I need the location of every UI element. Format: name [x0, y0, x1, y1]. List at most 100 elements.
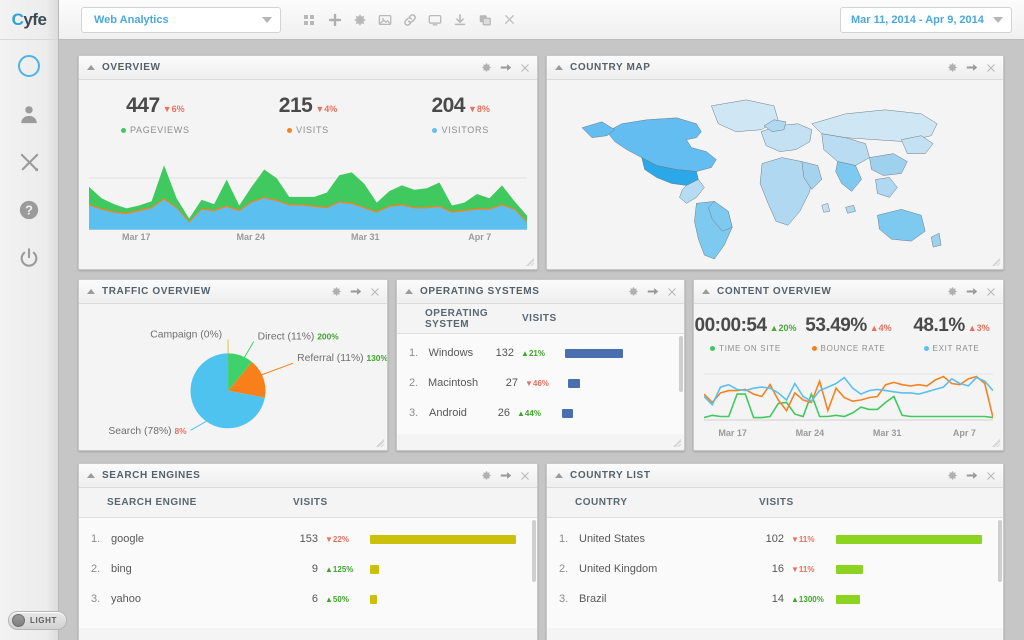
kpi-delta: ▼4%: [315, 104, 337, 114]
table-header: Search Engine Visits: [79, 488, 537, 518]
arrow-right-icon[interactable]: [350, 286, 362, 297]
link-icon[interactable]: [403, 13, 417, 27]
close-icon[interactable]: [370, 287, 380, 297]
row-name: United Kingdom: [579, 563, 742, 575]
collapse-icon[interactable]: [405, 289, 413, 294]
arrow-right-icon[interactable]: [966, 286, 978, 297]
row-name: Brazil: [579, 593, 742, 605]
gear-icon[interactable]: [331, 286, 342, 297]
table-row[interactable]: 1. United States 102 ▼11%: [547, 524, 1003, 554]
widget-header: Operating Systems: [397, 280, 684, 304]
copy-icon[interactable]: [478, 13, 492, 27]
row-bar-cell: [370, 535, 525, 544]
row-bar-cell: [370, 565, 525, 574]
dashboard-selector[interactable]: Web Analytics: [81, 7, 281, 33]
kpi-delta: ▼6%: [163, 104, 185, 114]
table-row[interactable]: 1. google 153 ▼22%: [79, 524, 537, 554]
collapse-icon[interactable]: [87, 65, 95, 70]
gear-icon[interactable]: [947, 62, 958, 73]
widget-body: Campaign (0%) Direct (11%) 200% Referral…: [79, 304, 387, 450]
x-tick: Apr 7: [423, 232, 538, 242]
kpi-value: 00:00:54: [695, 315, 767, 336]
world-map[interactable]: [547, 80, 1003, 269]
column-header-visits: Visits: [293, 497, 525, 508]
gear-icon[interactable]: [628, 286, 639, 297]
sidebar-item-tools[interactable]: [7, 140, 51, 184]
kpi-visitors: 204▼8% Visitors: [384, 94, 537, 135]
plus-icon[interactable]: [328, 13, 342, 27]
image-icon[interactable]: [378, 13, 392, 27]
collapse-icon[interactable]: [555, 473, 563, 478]
table-row[interactable]: 3. Brazil 14 ▲1300%: [547, 584, 1003, 614]
gear-icon[interactable]: [947, 286, 958, 297]
tools-icon: [18, 151, 41, 174]
close-icon[interactable]: [986, 63, 996, 73]
collapse-icon[interactable]: [555, 65, 563, 70]
close-icon[interactable]: [667, 287, 677, 297]
row-name: google: [111, 533, 276, 545]
row-delta: ▲21%: [514, 349, 565, 358]
collapse-icon[interactable]: [87, 473, 95, 478]
sidebar-item-logout[interactable]: [7, 236, 51, 280]
widget-body: Operating System Visits 1. Windows 132 ▲…: [397, 304, 684, 450]
gear-icon[interactable]: [481, 62, 492, 73]
date-range-selector[interactable]: Mar 11, 2014 - Apr 9, 2014: [840, 7, 1012, 33]
sidebar-item-help[interactable]: ?: [7, 188, 51, 232]
table-row[interactable]: 3. yahoo 6 ▲50%: [79, 584, 537, 614]
widget-title: Search Engines: [102, 470, 200, 481]
gear-icon[interactable]: [481, 470, 492, 481]
resize-grip[interactable]: [992, 258, 1001, 267]
row-bar-cell: [836, 595, 991, 604]
close-icon[interactable]: [520, 471, 530, 481]
gear-icon[interactable]: [353, 13, 367, 27]
collapse-icon[interactable]: [702, 289, 710, 294]
widget-actions: [481, 470, 530, 481]
widget-header: Country Map: [547, 56, 1003, 80]
gear-icon[interactable]: [947, 470, 958, 481]
table-row[interactable]: 3. Android 26 ▲44%: [397, 398, 684, 428]
toggle-knob: [12, 614, 25, 627]
resize-grip[interactable]: [376, 439, 385, 448]
arrow-right-icon[interactable]: [647, 286, 659, 297]
dashboard-selector-label: Web Analytics: [94, 14, 169, 26]
widget-body: [547, 80, 1003, 269]
kpi-delta: ▼8%: [468, 104, 490, 114]
grid-icon[interactable]: [303, 13, 317, 27]
resize-grip[interactable]: [526, 258, 535, 267]
download-icon[interactable]: [453, 13, 467, 27]
column-header-visits: Visits: [759, 497, 991, 508]
close-icon[interactable]: [986, 471, 996, 481]
kpi-value: 204: [431, 94, 465, 117]
row-bar: [370, 535, 516, 544]
date-range-label: Mar 11, 2014 - Apr 9, 2014: [851, 14, 984, 26]
table-scrollbar[interactable]: [532, 520, 536, 582]
monitor-icon[interactable]: [428, 13, 442, 27]
arrow-right-icon[interactable]: [966, 62, 978, 73]
row-bar: [836, 595, 860, 604]
column-header-visits: Visits: [522, 313, 672, 324]
table-row[interactable]: 1. Windows 132 ▲21%: [397, 338, 684, 368]
collapse-icon[interactable]: [87, 289, 95, 294]
row-visits: 16: [742, 563, 784, 575]
arrow-right-icon[interactable]: [500, 470, 512, 481]
widget-actions: [947, 470, 996, 481]
resize-grip[interactable]: [992, 439, 1001, 448]
table-row[interactable]: 2. bing 9 ▲125%: [79, 554, 537, 584]
arrow-right-icon[interactable]: [966, 470, 978, 481]
sidebar-item-dashboards[interactable]: [7, 44, 51, 88]
table-scrollbar[interactable]: [998, 520, 1002, 582]
sidebar-item-account[interactable]: [7, 92, 51, 136]
overview-area-chart: [89, 158, 527, 230]
table-row[interactable]: 2. United Kingdom 16 ▼11%: [547, 554, 1003, 584]
table-row[interactable]: 2. Macintosh 27 ▼46%: [397, 368, 684, 398]
kpi-value: 53.49%: [805, 315, 866, 336]
arrow-right-icon[interactable]: [500, 62, 512, 73]
traffic-pie-chart[interactable]: Campaign (0%) Direct (11%) 200% Referral…: [79, 304, 387, 450]
app-logo[interactable]: Cyfe: [0, 0, 58, 40]
table-scrollbar[interactable]: [679, 336, 683, 392]
close-icon[interactable]: [986, 287, 996, 297]
close-icon[interactable]: [520, 63, 530, 73]
resize-grip[interactable]: [673, 439, 682, 448]
close-icon[interactable]: [503, 13, 517, 27]
compass-icon: [17, 54, 41, 78]
